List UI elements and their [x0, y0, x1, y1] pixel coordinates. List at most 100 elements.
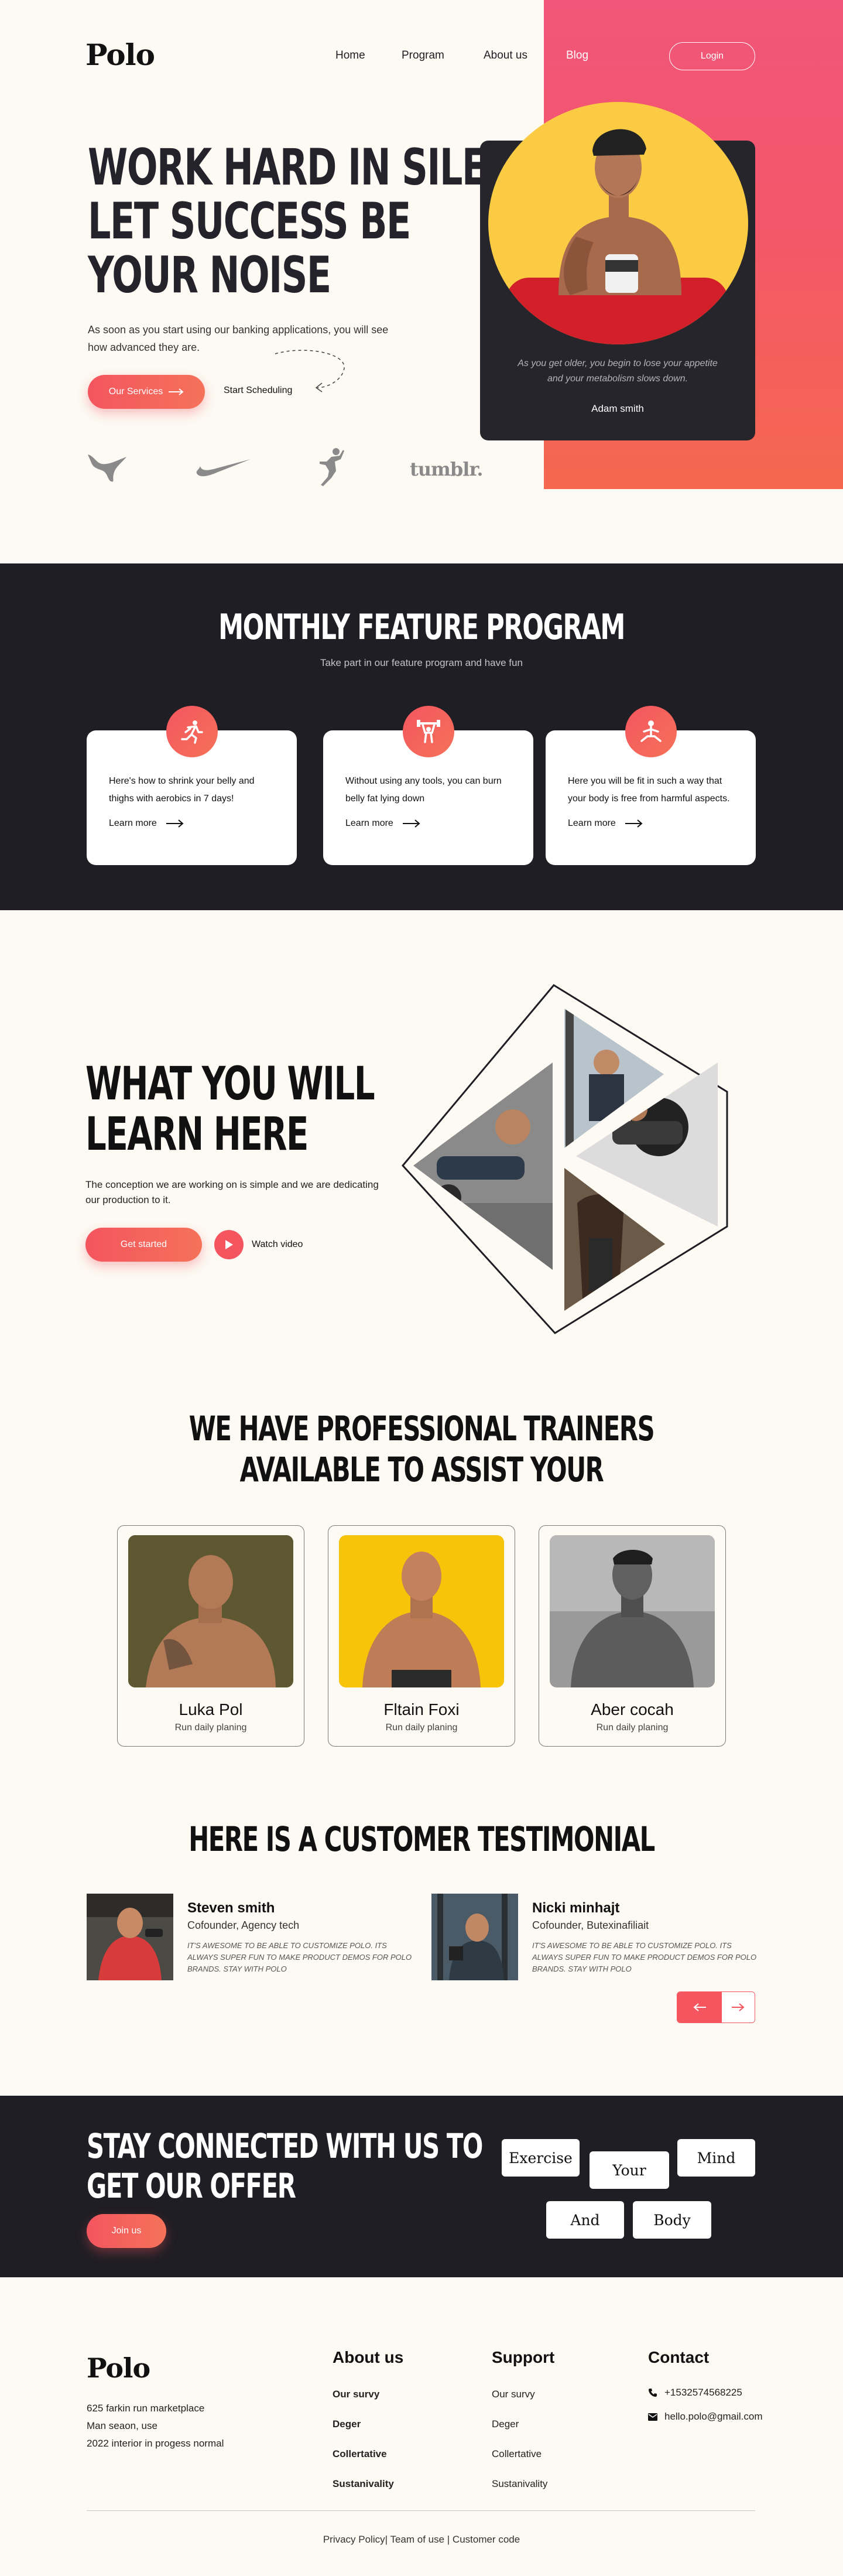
- arrow-left-icon: [693, 2003, 706, 2011]
- testimonial-name: Nicki minhajt: [532, 1900, 620, 1916]
- learn-title-line: LEARN HERE: [85, 1108, 309, 1161]
- trainer-name: Fltain Foxi: [383, 1700, 460, 1719]
- learn-more-link[interactable]: Learn more: [345, 818, 420, 829]
- footer-link[interactable]: Collertative: [492, 2448, 542, 2460]
- footer-support-title: Support: [492, 2348, 555, 2366]
- testimonials-title: HERE IS A CUSTOMER TESTIMONIAL: [189, 1819, 655, 1859]
- feature-text: Here's how to shrink your belly and thig…: [109, 776, 255, 804]
- address-line: 2022 interior in progess normal: [87, 2438, 224, 2449]
- word-card: Exercise: [502, 2139, 580, 2177]
- arrow-right-icon: [166, 819, 184, 828]
- learn-more-link[interactable]: Learn more: [109, 818, 184, 829]
- program-title: MONTHLY FEATURE PROGRAM: [218, 607, 625, 648]
- testimonial-text: It's awesome to be able to customize pol…: [532, 1941, 757, 1973]
- footer-link[interactable]: Our survy: [333, 2389, 379, 2400]
- arrow-right-icon: [169, 388, 184, 395]
- footer-link[interactable]: Deger: [492, 2418, 519, 2430]
- nike-logo-icon: [196, 459, 251, 477]
- play-icon: [214, 1230, 244, 1259]
- word-card: Mind: [677, 2139, 755, 2177]
- learn-more-label: Learn more: [568, 818, 616, 828]
- footer-link[interactable]: Sustanivality: [333, 2478, 394, 2490]
- join-us-button[interactable]: Join us: [87, 2214, 166, 2248]
- learn-more-label: Learn more: [109, 818, 157, 828]
- feature-text: Without using any tools, you can burn be…: [345, 776, 502, 804]
- prev-button[interactable]: [677, 1992, 722, 2022]
- feature-card[interactable]: Here you will be fit in such a way that …: [546, 706, 756, 865]
- get-started-button[interactable]: Get started: [85, 1228, 202, 1262]
- watch-video-link[interactable]: Watch video: [214, 1230, 303, 1259]
- footer-email[interactable]: hello.polo@gmail.com: [648, 2411, 763, 2423]
- email-address: hello.polo@gmail.com: [664, 2411, 763, 2422]
- nav-program[interactable]: Program: [402, 49, 444, 62]
- testimonial-name: Steven smith: [187, 1900, 275, 1916]
- feature-card[interactable]: Without using any tools, you can burn be…: [323, 706, 533, 865]
- trainer-card[interactable]: Fltain Foxi Run daily planing: [328, 1525, 515, 1747]
- footer-divider: [87, 2510, 755, 2511]
- testimonial-text: It's awesome to be able to customize pol…: [187, 1941, 412, 1973]
- tumblr-logo: tumblr.: [410, 458, 483, 480]
- footer-link[interactable]: Sustanivality: [492, 2478, 547, 2490]
- watch-video-label: Watch video: [252, 1239, 303, 1249]
- feature-card[interactable]: Here's how to shrink your belly and thig…: [87, 706, 297, 865]
- testimonial-photo: [87, 1894, 173, 1980]
- trainer-photo: [128, 1535, 293, 1687]
- arrow-right-icon: [402, 819, 420, 828]
- puma-logo-icon: [88, 455, 126, 482]
- running-icon: [166, 706, 218, 757]
- footer-about-title: About us: [333, 2348, 404, 2366]
- arrow-right-icon: [732, 2003, 745, 2011]
- feature-text: Here you will be fit in such a way that …: [568, 776, 730, 804]
- nav-about[interactable]: About us: [484, 49, 527, 62]
- footer-phone[interactable]: +1532574568225: [648, 2387, 742, 2399]
- address-line: Man seaon, use: [87, 2420, 157, 2431]
- dashed-curve-arrow-icon: [275, 350, 345, 392]
- address-line: 625 farkin run marketplace: [87, 2403, 205, 2414]
- learn-more-link[interactable]: Learn more: [568, 818, 643, 829]
- testimonial-pager: [677, 1991, 755, 2023]
- meditation-icon: [625, 706, 677, 757]
- footer-link[interactable]: Our survy: [492, 2389, 535, 2400]
- word-card: Body: [633, 2201, 711, 2239]
- trainer-photo: [550, 1535, 715, 1687]
- trainer-card[interactable]: Aber cocah Run daily planing: [539, 1525, 726, 1747]
- hero-athlete-image: [488, 102, 748, 344]
- our-services-button[interactable]: Our Services: [88, 375, 205, 409]
- learn-title: WHAT YOU WILL LEARN HERE: [85, 1058, 375, 1161]
- trainer-photo: [339, 1535, 504, 1687]
- learn-more-label: Learn more: [345, 818, 393, 828]
- our-services-label: Our Services: [108, 387, 163, 397]
- footer-logo[interactable]: Polo: [87, 2352, 150, 2384]
- learn-description: The conception we are working on is simp…: [85, 1179, 379, 1205]
- mail-icon: [648, 2413, 657, 2421]
- quote-text: As you get older, you begin to lose your…: [518, 358, 718, 384]
- trainer-name: Luka Pol: [179, 1700, 243, 1719]
- cta-title-line: STAY CONNECTED WITH US TO: [87, 2126, 483, 2166]
- next-button[interactable]: [722, 1992, 755, 2022]
- footer-contact-title: Contact: [648, 2348, 710, 2366]
- weightlifting-icon: [402, 706, 454, 757]
- trainers-title-line: AVAILABLE TO ASSIST YOUR: [239, 1450, 604, 1489]
- trainer-card[interactable]: Luka Pol Run daily planing: [117, 1525, 304, 1747]
- testimonial-photo: [431, 1894, 518, 1980]
- learn-title-line: WHAT YOU WILL: [85, 1058, 375, 1111]
- word-card: Your: [590, 2151, 669, 2189]
- trainers-title-line: WE HAVE PROFESSIONAL TRAINERS: [189, 1409, 655, 1448]
- quote-author: Adam smith: [591, 403, 644, 414]
- footer-link[interactable]: Collertative: [333, 2448, 387, 2460]
- word-card: And: [546, 2201, 624, 2239]
- footer-bottom-links[interactable]: Privacy Policy| Team of use | Customer c…: [0, 2534, 843, 2546]
- nav-home[interactable]: Home: [335, 49, 365, 62]
- trainer-role: Run daily planing: [174, 1723, 247, 1733]
- trainers-title: WE HAVE PROFESSIONAL TRAINERS AVAILABLE …: [118, 1408, 725, 1490]
- nav-blog[interactable]: Blog: [566, 49, 588, 62]
- testimonial-role: Cofounder, Butexinafiliait: [532, 1919, 649, 1931]
- login-button[interactable]: Login: [669, 42, 755, 70]
- cta-title: STAY CONNECTED WITH US TO GET OUR OFFER: [87, 2126, 483, 2206]
- cta-title-line: GET OUR OFFER: [87, 2166, 296, 2206]
- arrow-right-icon: [625, 819, 643, 828]
- logo[interactable]: Polo: [85, 37, 155, 72]
- phone-number: +1532574568225: [664, 2387, 742, 2398]
- trainer-name: Aber cocah: [591, 1700, 674, 1719]
- footer-link[interactable]: Deger: [333, 2418, 361, 2430]
